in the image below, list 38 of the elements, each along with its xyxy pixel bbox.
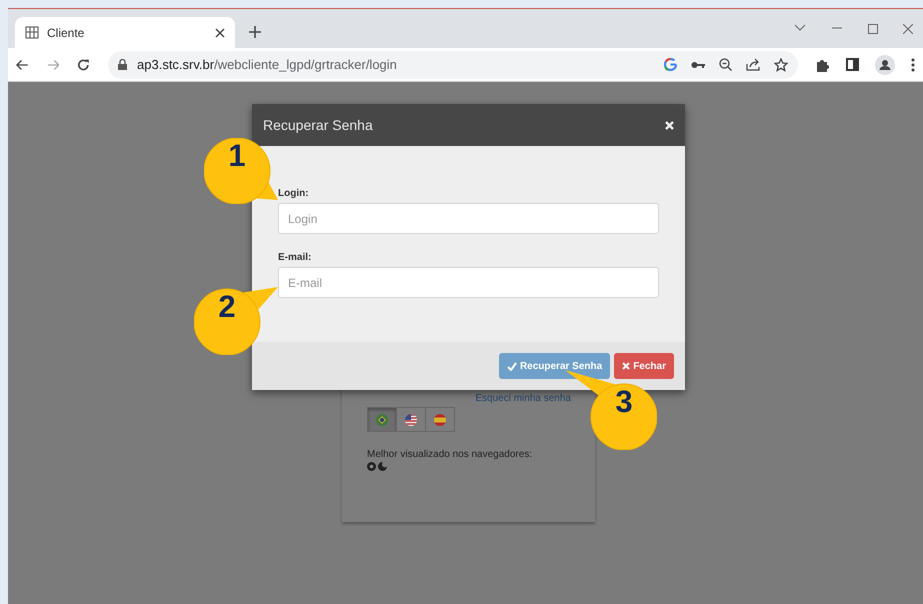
star-icon[interactable] — [774, 58, 788, 72]
modal-title: Recuperar Senha — [263, 117, 373, 133]
reload-icon[interactable] — [77, 58, 90, 72]
tab-title: Cliente — [47, 26, 86, 40]
lock-icon — [118, 59, 128, 70]
address-bar[interactable]: ap3.stc.srv.br/webcliente_lgpd/grtracker/login — [108, 50, 798, 78]
close-button[interactable]: Fechar — [614, 353, 674, 379]
check-icon — [506, 362, 517, 370]
puzzle-icon[interactable] — [816, 58, 830, 72]
maximize-icon[interactable] — [868, 24, 878, 34]
close-icon[interactable] — [903, 24, 913, 34]
flag-icon — [376, 414, 388, 426]
url-text: ap3.stc.srv.br/webcliente_lgpd/grtracker/login — [137, 57, 398, 72]
close-icon[interactable] — [215, 28, 225, 38]
field-label: E-mail: — [278, 252, 312, 263]
share-icon[interactable] — [746, 58, 760, 71]
flag-icon — [405, 414, 417, 426]
forgot-password-link[interactable]: Esqueci minha senha — [367, 393, 571, 404]
input-field[interactable]: E-mail — [278, 267, 659, 298]
key-icon[interactable] — [691, 60, 706, 68]
sidebar-icon[interactable] — [846, 58, 860, 71]
language-button[interactable] — [425, 407, 455, 432]
field-label: Login: — [278, 188, 310, 199]
plus-icon[interactable] — [249, 26, 261, 38]
recover-button[interactable]: Recuperar Senha — [498, 353, 610, 379]
input-field[interactable]: Login — [278, 203, 659, 234]
chevron-down-icon[interactable] — [794, 24, 806, 32]
profile-icon[interactable] — [875, 54, 896, 74]
browser-tab[interactable]: Cliente — [15, 17, 235, 48]
map-icon — [25, 26, 39, 39]
more-menu-icon[interactable] — [911, 58, 916, 72]
language-button[interactable] — [396, 407, 426, 432]
flag-icon — [434, 414, 446, 426]
zoom-out-icon[interactable] — [719, 58, 732, 71]
close-icon — [622, 362, 630, 370]
google-icon[interactable] — [664, 58, 678, 71]
back-arrow-icon[interactable] — [16, 58, 29, 70]
browsers-note: Melhor visualizado nos navegadores: — [367, 449, 534, 460]
